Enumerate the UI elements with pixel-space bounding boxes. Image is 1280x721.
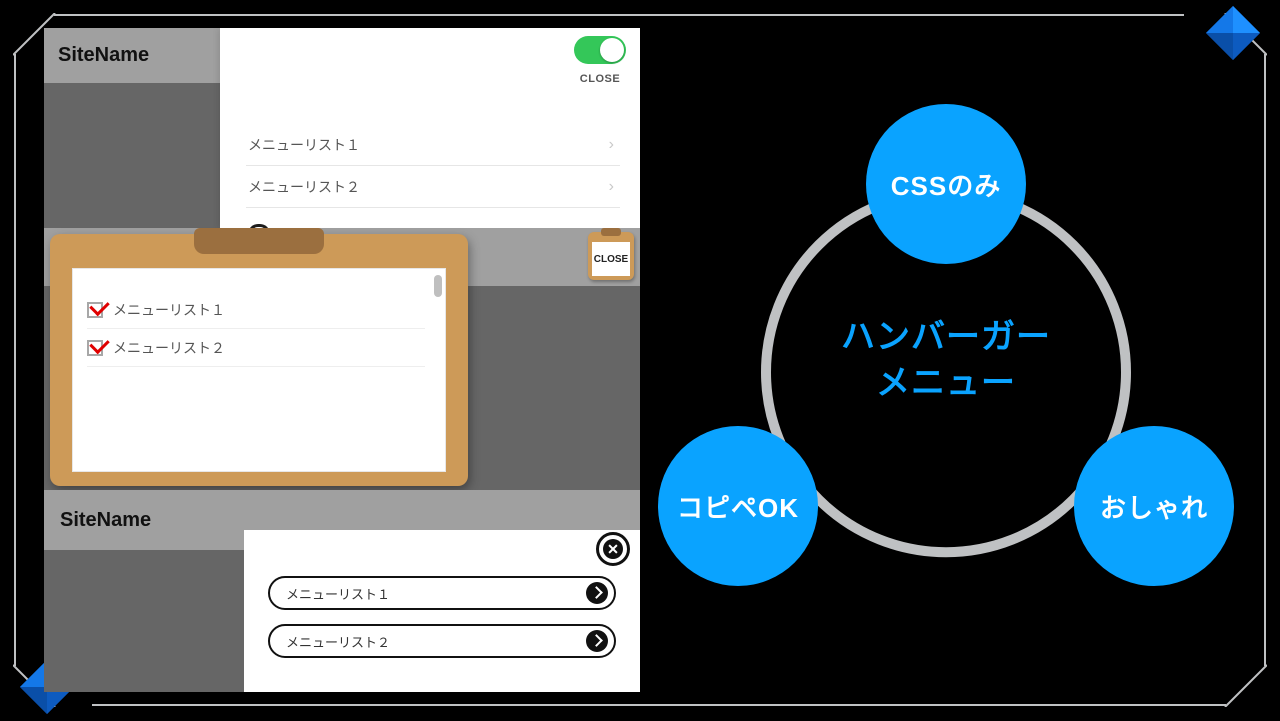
chevron-right-icon: › <box>609 178 614 196</box>
example-clipboard-menu: CLOSE メニューリスト１ メニューリスト２ <box>44 228 640 490</box>
backdrop <box>44 550 244 692</box>
menu-item-label: メニューリスト２ <box>248 177 360 197</box>
examples-column: SiteName CLOSE メニューリスト１ › メニューリスト２ › <box>44 28 640 692</box>
bubble-label: おしゃれ <box>1100 488 1208 525</box>
example-pill-menu: SiteName メニューリスト１ メニューリスト２ <box>44 490 640 692</box>
clipboard: メニューリスト１ メニューリスト２ <box>50 234 468 486</box>
menu-item[interactable]: メニューリスト１ <box>87 291 425 329</box>
feature-diagram: ハンバーガー メニュー CSSのみ コピペOK おしゃれ <box>666 70 1226 630</box>
close-label: CLOSE <box>574 73 626 85</box>
site-name: SiteName <box>60 509 151 532</box>
menu-item[interactable]: メニューリスト２ › <box>246 166 620 208</box>
arrow-right-icon <box>586 582 608 604</box>
menu-item-label: メニューリスト１ <box>113 300 225 320</box>
arrow-right-icon <box>586 630 608 652</box>
menu-item[interactable]: メニューリスト１ <box>268 576 616 610</box>
feature-bubble: CSSのみ <box>866 104 1026 264</box>
menu-item[interactable]: メニューリスト１ › <box>246 124 620 166</box>
menu-sheet: CLOSE メニューリスト１ › メニューリスト２ › <box>220 28 640 228</box>
close-icon <box>603 539 623 559</box>
scrollbar[interactable] <box>434 275 442 297</box>
chevron-right-icon: › <box>609 136 614 154</box>
menu-item-label: メニューリスト２ <box>113 338 225 358</box>
menu-item-label: メニューリスト１ <box>286 584 390 603</box>
bubble-label: CSSのみ <box>891 166 1001 203</box>
check-icon <box>87 340 103 356</box>
feature-bubble: コピペOK <box>658 426 818 586</box>
close-label: CLOSE <box>592 242 630 276</box>
backdrop <box>44 83 220 228</box>
menu-item[interactable]: メニューリスト２ <box>87 329 425 367</box>
menu-item[interactable]: メニューリスト２ <box>268 624 616 658</box>
diamond-icon <box>1204 4 1262 62</box>
bubble-label: コピペOK <box>677 488 799 525</box>
close-button[interactable]: CLOSE <box>588 232 634 280</box>
diagram-title: ハンバーガー メニュー <box>841 315 1051 407</box>
site-name: SiteName <box>58 44 149 67</box>
feature-bubble: おしゃれ <box>1074 426 1234 586</box>
menu-sheet: メニューリスト１ メニューリスト２ <box>244 530 640 692</box>
close-toggle[interactable] <box>574 36 626 64</box>
example-toggle-menu: SiteName CLOSE メニューリスト１ › メニューリスト２ › <box>44 28 640 228</box>
menu-item-label: メニューリスト１ <box>248 135 360 155</box>
menu-item-label: メニューリスト２ <box>286 632 390 651</box>
check-icon <box>87 302 103 318</box>
close-button[interactable] <box>596 532 630 566</box>
